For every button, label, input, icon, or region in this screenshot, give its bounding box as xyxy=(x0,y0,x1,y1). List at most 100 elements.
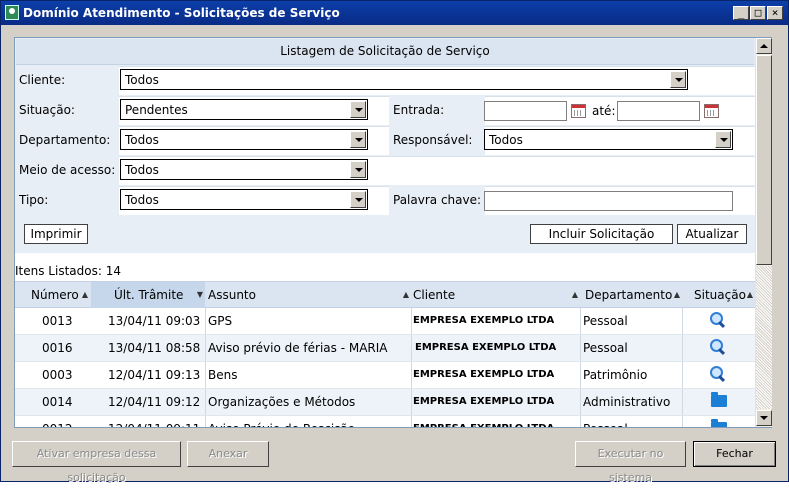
entrada-to-input[interactable] xyxy=(617,101,700,121)
column-divider xyxy=(682,416,683,427)
column-divider xyxy=(205,308,206,334)
scroll-up-icon[interactable] xyxy=(756,38,772,54)
chevron-down-icon[interactable] xyxy=(715,131,731,148)
close-button[interactable]: × xyxy=(767,6,783,20)
main-window: Domínio Atendimento - Solicitações de Se… xyxy=(0,0,789,484)
tipo-value: Todos xyxy=(125,193,159,207)
executar-no-sistema-button[interactable]: Executar no sistema xyxy=(575,441,686,484)
chevron-down-icon[interactable] xyxy=(350,131,366,148)
fechar-button[interactable]: Fechar xyxy=(693,441,776,467)
meio-acesso-label: Meio de acesso: xyxy=(15,156,118,185)
column-divider xyxy=(205,335,206,361)
cell-assunto: Aviso prévio de férias - MARIA xyxy=(208,341,388,355)
meio-acesso-value: Todos xyxy=(125,163,159,177)
column-header-cliente[interactable]: Cliente ▲ xyxy=(412,282,580,308)
magnifier-icon[interactable] xyxy=(710,312,726,328)
content-panel: Listagem de Solicitação de Serviço Clien… xyxy=(14,37,772,428)
incluir-solicitacao-button[interactable]: Incluir Solicitação xyxy=(530,224,673,244)
column-divider xyxy=(205,389,206,415)
table-row[interactable]: 0014 12/04/11 09:12 Organizações e Métod… xyxy=(15,389,755,416)
departamento-label: Departamento: xyxy=(15,126,118,155)
cell-cliente: EMPRESA EXEMPLO LTDA xyxy=(415,342,557,353)
column-header-situacao[interactable]: Situação ▲ xyxy=(683,282,755,308)
tipo-select[interactable]: Todos xyxy=(120,189,368,210)
cell-departamento: Patrimônio xyxy=(583,368,648,382)
column-divider xyxy=(411,389,412,415)
scrollbar-track[interactable] xyxy=(756,266,772,409)
responsavel-select[interactable]: Todos xyxy=(484,129,733,150)
vertical-scrollbar[interactable] xyxy=(755,38,772,427)
scroll-down-icon[interactable] xyxy=(756,410,772,426)
magnifier-icon[interactable] xyxy=(710,339,726,355)
cell-assunto: Organizações e Métodos xyxy=(208,395,356,409)
window-title: Domínio Atendimento - Solicitações de Se… xyxy=(23,6,340,20)
column-divider xyxy=(205,416,206,427)
chevron-down-icon[interactable] xyxy=(350,191,366,208)
palavra-chave-input[interactable] xyxy=(484,191,733,211)
folder-icon[interactable] xyxy=(711,392,727,407)
palavra-chave-label: Palavra chave: xyxy=(389,186,485,215)
column-divider xyxy=(580,308,581,334)
cell-tramite: 12/04/11 09:11 xyxy=(108,416,200,427)
column-divider xyxy=(682,389,683,415)
table-row[interactable]: 0012 12/04/11 09:11 Aviso Prévio de Resc… xyxy=(15,416,755,427)
sort-icon: ▲ xyxy=(571,290,578,299)
entrada-label: Entrada: xyxy=(389,96,485,125)
cliente-select[interactable]: Todos xyxy=(120,69,688,90)
column-header-numero[interactable]: Número ▲ xyxy=(15,282,90,308)
anexar-button[interactable]: Anexar xyxy=(187,441,269,467)
situacao-label: Situação: xyxy=(15,96,118,125)
entrada-until-label: até: xyxy=(592,104,616,118)
column-header-departamento[interactable]: Departamento ▲ xyxy=(581,282,682,308)
situacao-select[interactable]: Pendentes xyxy=(120,99,368,120)
ativar-empresa-button[interactable]: Ativar empresa dessa solicitação xyxy=(12,441,181,484)
situacao-value: Pendentes xyxy=(125,103,188,117)
cell-departamento: Pessoal xyxy=(583,314,628,328)
atualizar-button[interactable]: Atualizar xyxy=(677,224,747,244)
chevron-down-icon[interactable] xyxy=(670,71,686,88)
cell-cliente: EMPRESA EXEMPLO LTDA xyxy=(413,369,555,380)
column-header-tramite[interactable]: Últ. Trâmite ▼ xyxy=(91,282,205,308)
column-divider xyxy=(205,362,206,388)
chevron-down-icon[interactable] xyxy=(350,101,366,118)
departamento-value: Todos xyxy=(125,133,159,147)
chevron-down-icon[interactable] xyxy=(350,161,366,178)
cell-assunto: GPS xyxy=(208,314,233,328)
entrada-from-input[interactable] xyxy=(484,101,567,121)
cell-departamento: Administrativo xyxy=(583,395,671,409)
column-divider xyxy=(411,308,412,334)
column-header-assunto[interactable]: Assunto ▲ xyxy=(206,282,411,308)
folder-icon[interactable] xyxy=(711,419,727,427)
sort-desc-icon: ▼ xyxy=(196,290,203,299)
column-divider xyxy=(580,362,581,388)
table-row[interactable]: 0003 12/04/11 09:13 Bens EMPRESA EXEMPLO… xyxy=(15,362,755,389)
column-divider xyxy=(580,335,581,361)
departamento-select[interactable]: Todos xyxy=(120,129,368,150)
minimize-button[interactable]: _ xyxy=(733,6,749,20)
cliente-value: Todos xyxy=(125,73,159,87)
cell-numero: 0003 xyxy=(42,368,73,382)
column-divider xyxy=(411,335,412,361)
table-row[interactable]: 0016 13/04/11 08:58 Aviso prévio de féri… xyxy=(15,335,755,362)
column-divider xyxy=(682,308,683,334)
responsavel-value: Todos xyxy=(489,133,523,147)
cell-cliente: EMPRESA EXEMPLO LTDA xyxy=(413,416,554,427)
tipo-label: Tipo: xyxy=(15,186,118,215)
maximize-button[interactable]: □ xyxy=(750,6,766,20)
magnifier-icon[interactable] xyxy=(710,366,726,382)
scrollbar-thumb[interactable] xyxy=(756,55,772,265)
table-header: Número ▲ Últ. Trâmite ▼ Assunto ▲ Cliente ▲ … xyxy=(15,281,755,308)
calendar-icon[interactable] xyxy=(704,104,719,118)
title-bar: Domínio Atendimento - Solicitações de Se… xyxy=(1,1,788,25)
table-row[interactable]: 0013 13/04/11 09:03 GPS EMPRESA EXEMPLO … xyxy=(15,308,755,335)
cell-departamento: Pessoal xyxy=(583,341,628,355)
column-divider xyxy=(580,389,581,415)
responsavel-label: Responsável: xyxy=(389,126,485,155)
imprimir-button[interactable]: Imprimir xyxy=(24,224,88,244)
calendar-icon[interactable] xyxy=(571,104,586,118)
column-divider xyxy=(682,335,683,361)
meio-acesso-select[interactable]: Todos xyxy=(120,159,368,180)
column-divider xyxy=(411,362,412,388)
cell-cliente: EMPRESA EXEMPLO LTDA xyxy=(413,396,555,407)
filter-form: Listagem de Solicitação de Serviço Clien… xyxy=(15,38,755,253)
